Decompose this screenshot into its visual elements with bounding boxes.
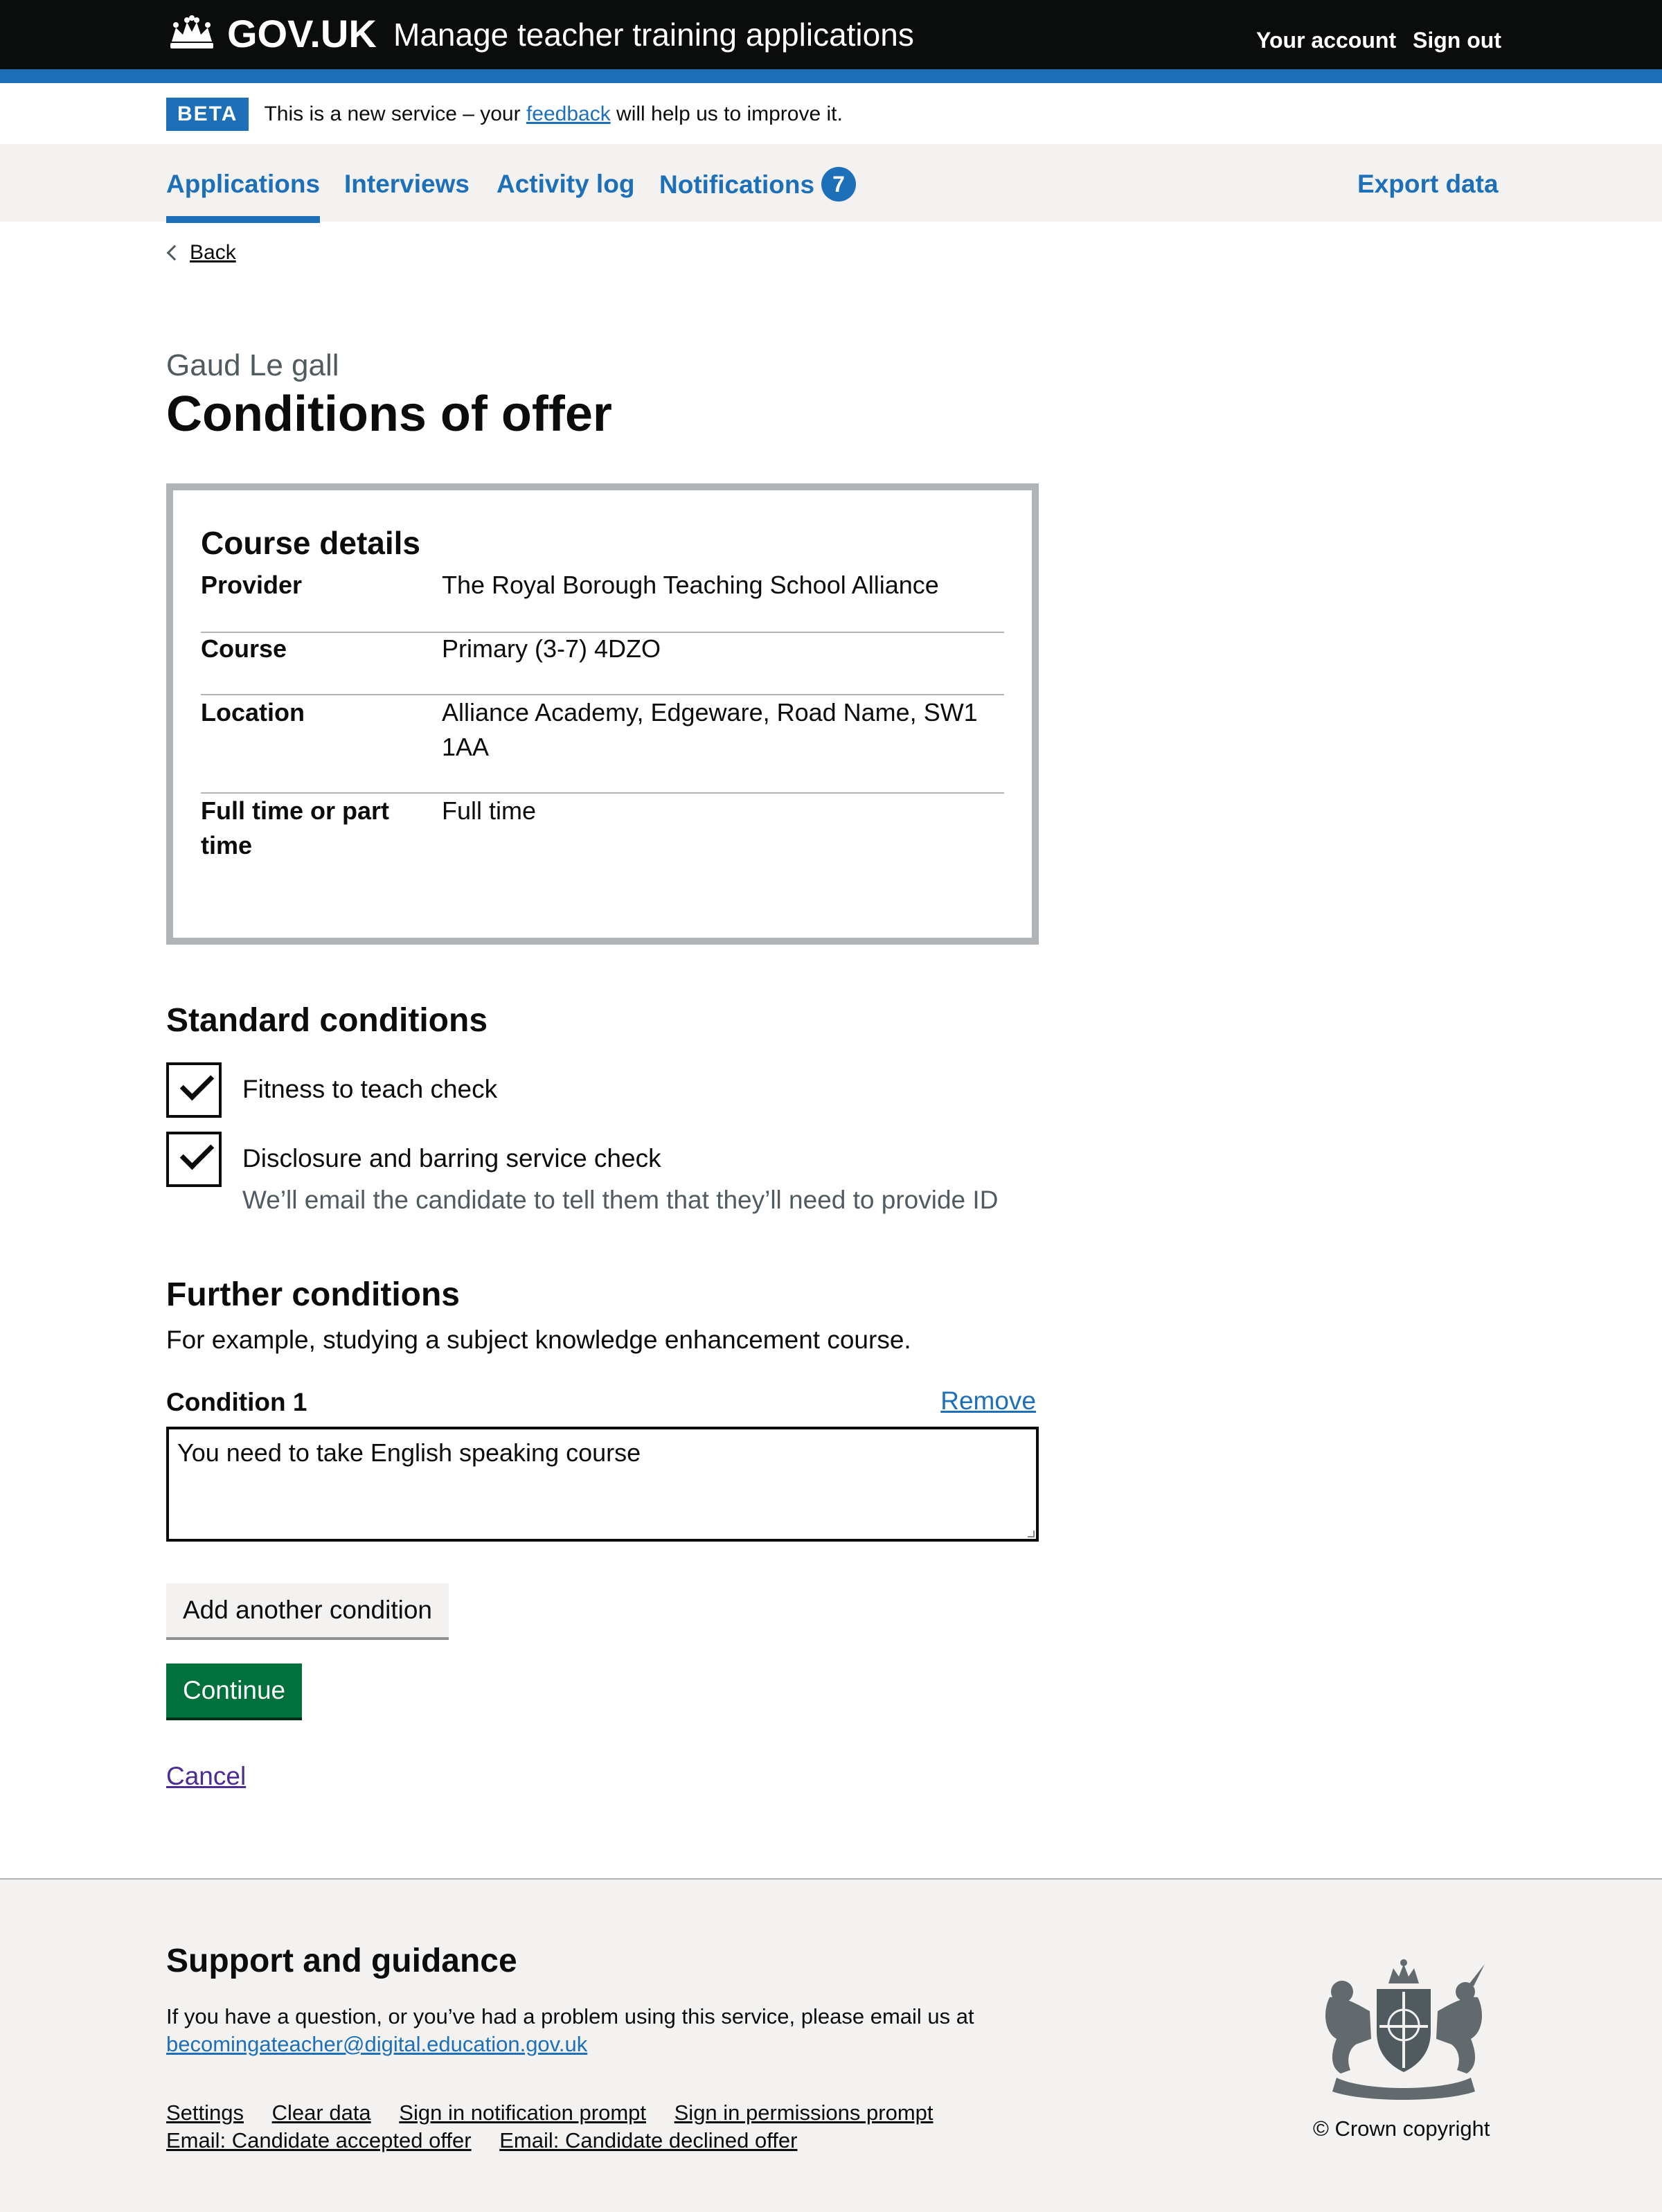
back-link-wrapper: Back [166, 241, 236, 265]
checkbox-fitness-to-teach: Fitness to teach check [166, 1062, 497, 1118]
header-blue-stripe [0, 69, 1662, 83]
standard-conditions-heading: Standard conditions [166, 1002, 488, 1039]
primary-navigation: Applications Interviews Activity log Not… [0, 144, 1662, 223]
support-email-link[interactable]: becomingateacher@digital.education.gov.u… [166, 2032, 587, 2056]
condition-1-textarea[interactable]: You need to take English speaking course [166, 1427, 1039, 1542]
checkbox-label[interactable]: Fitness to teach check [242, 1062, 497, 1118]
further-conditions-hint: For example, studying a subject knowledg… [166, 1326, 911, 1354]
remove-condition-link[interactable]: Remove [940, 1384, 1036, 1418]
service-name-link[interactable]: Manage teacher training applications [393, 15, 914, 54]
add-another-condition-button[interactable]: Add another condition [166, 1583, 449, 1637]
crown-icon [170, 15, 213, 48]
beta-text: This is a new service – your feedback wi… [264, 102, 843, 125]
page-title: Conditions of offer [166, 386, 612, 442]
footer-title: Support and guidance [166, 1943, 517, 1979]
export-data-link[interactable]: Export data [1357, 169, 1499, 199]
feedback-link[interactable]: feedback [526, 102, 611, 125]
footer-support-text: If you have a question, or you’ve had a … [166, 2004, 974, 2056]
summary-value: Primary (3-7) 4DZO [442, 634, 661, 663]
nav-item-interviews[interactable]: Interviews [344, 169, 470, 199]
course-details-title: Course details [201, 525, 420, 561]
govuk-logo-link[interactable]: GOV.UK [166, 11, 377, 55]
summary-value: The Royal Borough Teaching School Allian… [442, 571, 939, 599]
summary-key: Provider [201, 571, 303, 599]
footer-link-clear-data[interactable]: Clear data [272, 2099, 371, 2127]
summary-key: Full time or part time [201, 796, 390, 859]
condition-1-label: Condition 1 [166, 1388, 307, 1416]
footer-links: Settings Clear data Sign in notification… [166, 2099, 1066, 2155]
copyright-text: © Crown copyright [1313, 2116, 1490, 2141]
further-conditions-heading: Further conditions [166, 1276, 460, 1313]
checkbox-input[interactable] [166, 1132, 222, 1187]
site-header: GOV.UK Manage teacher training applicati… [0, 0, 1662, 69]
course-details-card: Course details Provider The Royal Boroug… [166, 483, 1039, 945]
royal-coat-of-arms-icon [1325, 1959, 1485, 2100]
footer-link-email-accepted[interactable]: Email: Candidate accepted offer [166, 2127, 472, 2155]
notification-count-badge: 7 [821, 167, 857, 202]
nav-item-applications[interactable]: Applications [166, 169, 321, 223]
summary-row-study-mode: Full time or part time Full time [201, 794, 1004, 877]
summary-value: Full time [442, 796, 537, 825]
sign-out-link[interactable]: Sign out [1413, 26, 1501, 54]
your-account-link[interactable]: Your account [1256, 26, 1396, 54]
footer-link-sign-in-permissions[interactable]: Sign in permissions prompt [674, 2099, 933, 2127]
checkbox-input[interactable] [166, 1062, 222, 1118]
continue-button[interactable]: Continue [166, 1664, 303, 1718]
footer-link-email-declined[interactable]: Email: Candidate declined offer [499, 2127, 797, 2155]
nav-item-notifications[interactable]: Notifications 7 [659, 167, 857, 204]
checkbox-label[interactable]: Disclosure and barring service check [242, 1141, 998, 1176]
summary-row-location: Location Alliance Academy, Edgeware, Roa… [201, 695, 1004, 794]
back-link[interactable]: Back [190, 241, 236, 265]
candidate-name-caption: Gaud Le gall [166, 348, 339, 382]
summary-row-course: Course Primary (3-7) 4DZO [201, 632, 1004, 695]
nav-item-notifications-label: Notifications [659, 170, 815, 199]
cancel-link[interactable]: Cancel [166, 1759, 246, 1794]
beta-tag: BETA [166, 98, 249, 131]
summary-key: Location [201, 698, 305, 726]
beta-banner: BETA This is a new service – your feedba… [166, 97, 843, 132]
nav-item-activity-log[interactable]: Activity log [497, 169, 634, 199]
footer-link-sign-in-notification[interactable]: Sign in notification prompt [399, 2099, 646, 2127]
summary-row-provider: Provider The Royal Borough Teaching Scho… [201, 568, 1004, 633]
logo-text: GOV.UK [227, 11, 377, 55]
resize-handle-icon[interactable] [1028, 1531, 1035, 1537]
checkbox-hint: We’ll email the candidate to tell them t… [242, 1186, 999, 1214]
summary-key: Course [201, 634, 287, 663]
checkbox-dbs-check: Disclosure and barring service check We’… [166, 1132, 998, 1218]
footer-link-settings[interactable]: Settings [166, 2099, 244, 2127]
chevron-left-icon [166, 244, 183, 261]
summary-value: Alliance Academy, Edgeware, Road Name, S… [442, 698, 978, 761]
site-footer: Support and guidance If you have a quest… [0, 1878, 1662, 2212]
